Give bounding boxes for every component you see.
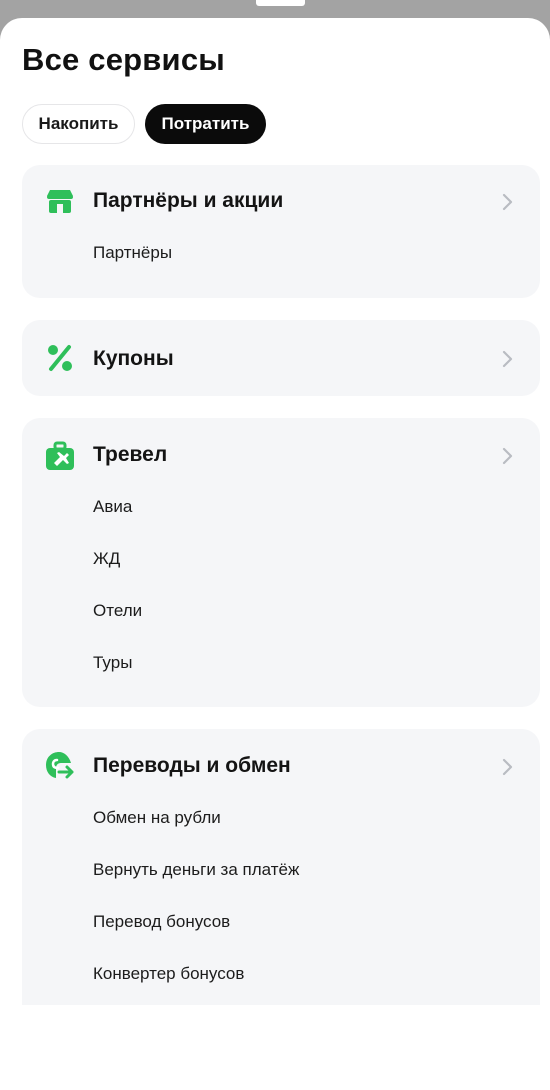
section-partners-header[interactable]: Партнёры и акции — [22, 165, 540, 241]
section-travel: Тревел Авиа ЖД Отели Туры — [22, 418, 540, 707]
top-handle — [256, 0, 305, 6]
exchange-icon — [45, 751, 75, 781]
percent-icon — [45, 343, 75, 373]
link-avia[interactable]: Авиа — [93, 497, 132, 517]
status-area — [0, 0, 550, 20]
suitcase-plane-icon — [45, 441, 75, 471]
services-sheet: Все сервисы Накопить Потратить Партнёры … — [0, 18, 550, 1090]
link-hotels[interactable]: Отели — [93, 601, 142, 621]
link-partners[interactable]: Партнёры — [93, 243, 172, 263]
section-travel-header[interactable]: Тревел — [22, 418, 540, 494]
section-transfers-header[interactable]: Переводы и обмен — [22, 729, 540, 805]
section-coupons: Купоны — [22, 320, 540, 396]
link-exchange-rubles[interactable]: Обмен на рубли — [93, 808, 221, 828]
link-transfer-bonuses[interactable]: Перевод бонусов — [93, 912, 230, 932]
tab-accumulate[interactable]: Накопить — [22, 104, 135, 144]
chevron-right-icon — [500, 193, 514, 211]
bottom-fade — [0, 1005, 550, 1090]
section-transfers-title: Переводы и обмен — [93, 754, 291, 777]
link-tours[interactable]: Туры — [93, 653, 132, 673]
section-coupons-title: Купоны — [93, 347, 174, 370]
link-bonus-converter[interactable]: Конвертер бонусов — [93, 964, 244, 984]
section-partners-title: Партнёры и акции — [93, 189, 284, 212]
store-icon — [45, 187, 75, 217]
chevron-right-icon — [500, 758, 514, 776]
tab-spend[interactable]: Потратить — [145, 104, 266, 144]
chevron-right-icon — [500, 447, 514, 465]
section-travel-title: Тревел — [93, 443, 168, 466]
link-rail[interactable]: ЖД — [93, 549, 120, 569]
link-refund-payment[interactable]: Вернуть деньги за платёж — [93, 860, 299, 880]
section-partners: Партнёры и акции Партнёры — [22, 165, 540, 298]
page-title: Все сервисы — [22, 42, 225, 77]
section-coupons-header[interactable]: Купоны — [22, 320, 540, 396]
chevron-right-icon — [500, 350, 514, 368]
